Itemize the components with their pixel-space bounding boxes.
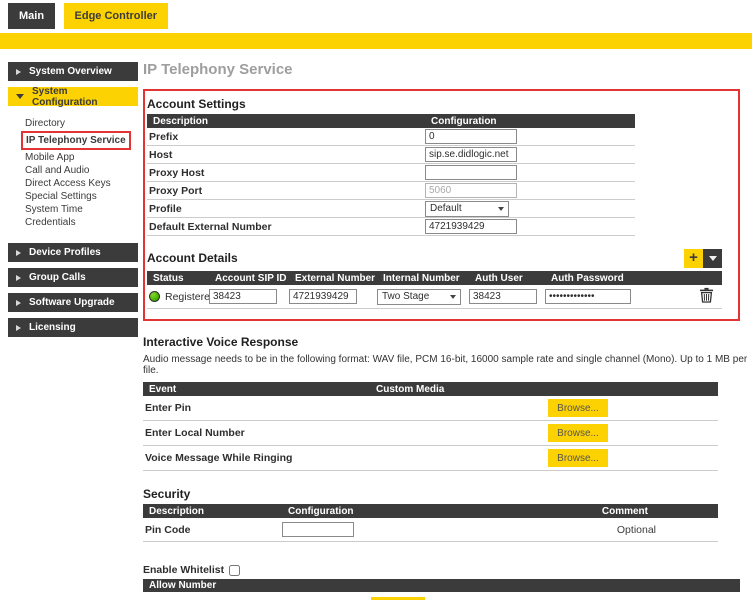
column-internal-number: Internal Number — [377, 273, 469, 284]
dropdown-arrow-icon — [450, 295, 456, 299]
account-settings-header: Description Configuration — [147, 114, 635, 128]
chevron-right-icon — [16, 69, 21, 75]
chevron-down-icon — [16, 94, 24, 99]
browse-enter-pin-button[interactable]: Browse... — [548, 399, 608, 417]
column-event: Event — [143, 384, 370, 395]
sidebar-item-device-profiles[interactable]: Device Profiles — [8, 243, 138, 262]
sidebar-item-software-upgrade[interactable]: Software Upgrade — [8, 293, 138, 312]
prefix-input[interactable] — [425, 129, 517, 144]
sidebar-item-credentials[interactable]: Credentials — [25, 216, 140, 229]
column-description: Description — [143, 506, 282, 517]
sidebar-item-system-overview[interactable]: System Overview — [8, 62, 138, 81]
ivr-row: Voice Message While Ringing Browse... — [143, 446, 718, 471]
account-sip-id-input[interactable] — [209, 289, 277, 304]
browse-voice-message-button[interactable]: Browse... — [548, 449, 608, 467]
sidebar-item-special-settings[interactable]: Special Settings — [25, 190, 140, 203]
account-settings-title: Account Settings — [147, 97, 738, 111]
allow-number-header: Allow Number — [143, 579, 740, 592]
ivr-row: Enter Local Number Browse... — [143, 421, 718, 446]
sidebar-item-licensing[interactable]: Licensing — [8, 318, 138, 337]
security-table: Description Configuration Comment Pin Co… — [143, 504, 718, 542]
column-auth-password: Auth Password — [545, 273, 643, 284]
chevron-right-icon — [16, 325, 21, 331]
default-external-number-input[interactable] — [425, 219, 517, 234]
tab-edge-controller[interactable]: Edge Controller — [64, 3, 169, 29]
sidebar-item-ip-telephony-service[interactable]: IP Telephony Service — [21, 131, 131, 150]
main-content: IP Telephony Service Account Settings De… — [140, 49, 752, 600]
page-title: IP Telephony Service — [143, 61, 752, 78]
expand-accounts-button[interactable] — [703, 249, 722, 268]
external-number-input[interactable] — [289, 289, 357, 304]
column-description: Description — [147, 116, 425, 127]
enable-whitelist-label: Enable Whitelist — [143, 564, 224, 576]
host-input[interactable] — [425, 147, 517, 162]
browse-enter-local-number-button[interactable]: Browse... — [548, 424, 608, 442]
security-row: Pin Code Optional — [143, 518, 718, 542]
column-auth-user: Auth User — [469, 273, 545, 284]
dropdown-arrow-icon — [498, 207, 504, 211]
delete-account-trash-icon[interactable] — [699, 287, 714, 303]
internal-number-select[interactable]: Two Stage — [377, 289, 461, 305]
pin-code-comment: Optional — [463, 524, 718, 536]
column-external-number: External Number — [289, 273, 377, 284]
column-account-sip-id: Account SIP ID — [209, 273, 289, 284]
sidebar-item-direct-access-keys[interactable]: Direct Access Keys — [25, 177, 140, 190]
account-details-header: Status Account SIP ID External Number In… — [147, 271, 722, 285]
table-row: Profile Default — [147, 200, 635, 218]
table-row: Proxy Host — [147, 164, 635, 182]
table-row: Host — [147, 146, 635, 164]
highlighted-region: Account Settings Description Configurati… — [143, 89, 740, 321]
table-row: Default External Number — [147, 218, 635, 236]
sidebar-item-call-and-audio[interactable]: Call and Audio — [25, 164, 140, 177]
chevron-down-icon — [709, 256, 717, 261]
ivr-header: Event Custom Media — [143, 382, 718, 396]
accent-bar — [0, 33, 752, 49]
sidebar: System Overview System Configuration Dir… — [0, 49, 140, 343]
chevron-right-icon — [16, 300, 21, 306]
account-details-table: Status Account SIP ID External Number In… — [147, 271, 722, 309]
sidebar-item-system-time[interactable]: System Time — [25, 203, 140, 216]
column-custom-media: Custom Media — [370, 384, 444, 395]
sidebar-item-mobile-app[interactable]: Mobile App — [25, 151, 140, 164]
chevron-right-icon — [16, 250, 21, 256]
enable-whitelist-checkbox[interactable] — [229, 565, 240, 576]
table-row: Proxy Port — [147, 182, 635, 200]
add-account-button[interactable]: + — [684, 249, 703, 268]
status-registered-icon — [149, 291, 160, 302]
ivr-row: Enter Pin Browse... — [143, 396, 718, 421]
column-status: Status — [147, 273, 209, 284]
ivr-format-note: Audio message needs to be in the followi… — [143, 354, 752, 376]
account-row: Registered Two Stage — [147, 285, 722, 309]
account-details-headrow: Account Details + — [147, 249, 722, 268]
account-settings-table: Description Configuration Prefix Host Pr… — [147, 114, 635, 236]
account-details-title: Account Details — [147, 251, 238, 265]
sidebar-item-directory[interactable]: Directory — [25, 117, 140, 130]
proxy-host-input[interactable] — [425, 165, 517, 180]
ivr-title: Interactive Voice Response — [143, 335, 752, 349]
pin-code-input[interactable] — [282, 522, 354, 537]
profile-select[interactable]: Default — [425, 201, 509, 217]
chevron-right-icon — [16, 275, 21, 281]
tab-main[interactable]: Main — [8, 3, 55, 29]
table-row: Prefix — [147, 128, 635, 146]
sidebar-item-group-calls[interactable]: Group Calls — [8, 268, 138, 287]
tab-bar: Main Edge Controller — [0, 0, 752, 31]
system-configuration-submenu: Directory IP Telephony Service Mobile Ap… — [25, 117, 140, 229]
column-configuration: Configuration — [282, 506, 463, 517]
auth-password-input[interactable] — [545, 289, 631, 304]
auth-user-input[interactable] — [469, 289, 537, 304]
ivr-table: Event Custom Media Enter Pin Browse... E… — [143, 382, 718, 471]
security-title: Security — [143, 487, 752, 501]
security-header: Description Configuration Comment — [143, 504, 718, 518]
proxy-port-input — [425, 183, 517, 198]
sidebar-item-system-configuration[interactable]: System Configuration — [8, 87, 138, 106]
column-configuration: Configuration — [425, 116, 497, 127]
enable-whitelist-row: Enable Whitelist — [143, 564, 752, 576]
column-comment: Comment — [463, 506, 718, 517]
